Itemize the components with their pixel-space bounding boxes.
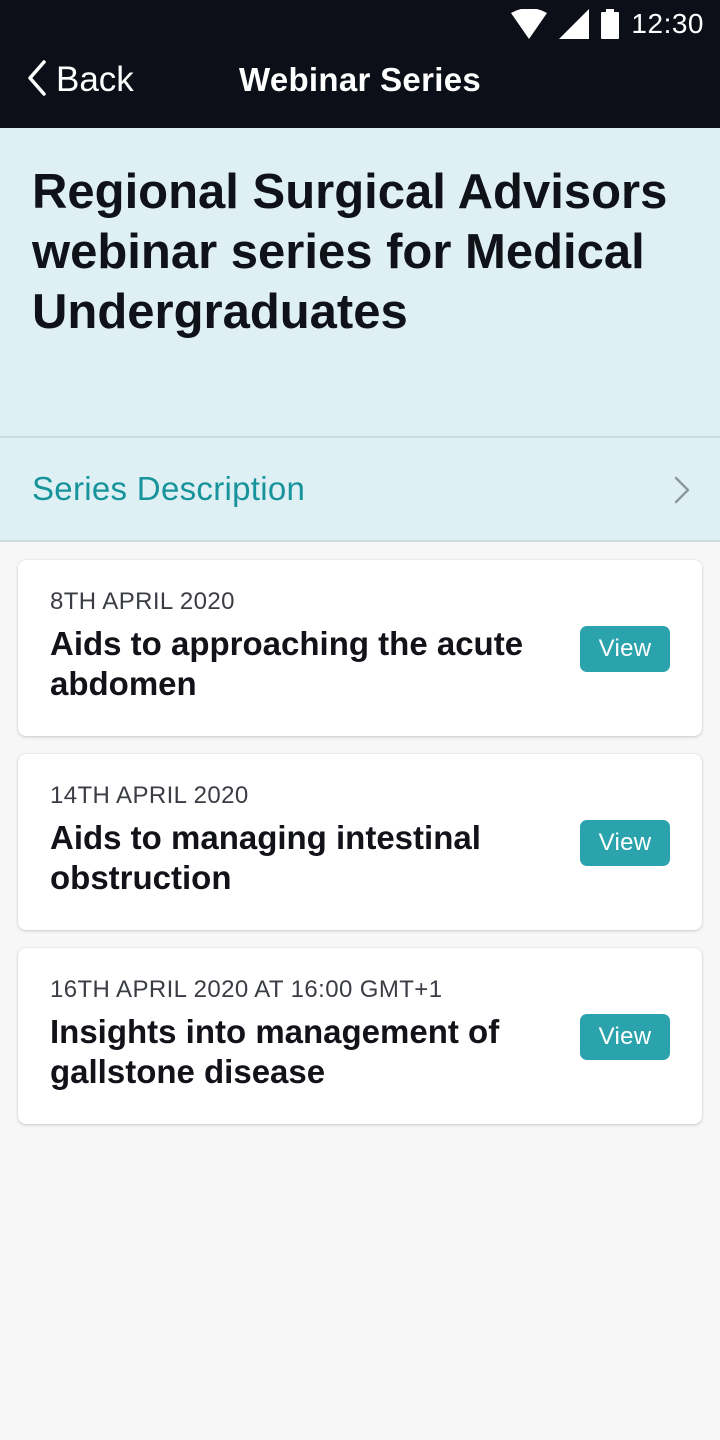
cell-signal-icon xyxy=(559,9,590,39)
webinar-card: 16TH APRIL 2020 AT 16:00 GMT+1 Insights … xyxy=(18,948,702,1124)
webinar-card: 14TH APRIL 2020 Aids to managing intesti… xyxy=(18,754,702,930)
webinar-title: Insights into management of gallstone di… xyxy=(50,1013,500,1090)
wifi-icon xyxy=(511,9,548,39)
status-bar: 12:30 xyxy=(511,6,704,42)
view-button[interactable]: View xyxy=(580,626,670,672)
status-time: 12:30 xyxy=(631,8,704,39)
webinar-date: 14TH APRIL 2020 xyxy=(50,782,249,809)
series-header: Regional Surgical Advisors webinar serie… xyxy=(0,128,720,438)
chevron-right-icon xyxy=(674,476,690,509)
battery-icon xyxy=(601,9,620,39)
top-bar: 12:30 Back Webinar Series xyxy=(0,0,720,128)
webinar-card: 8TH APRIL 2020 Aids to approaching the a… xyxy=(18,560,702,736)
webinar-date: 8TH APRIL 2020 xyxy=(50,588,235,615)
webinar-title: Aids to managing intestinal obstruction xyxy=(50,819,481,896)
webinar-date: 16TH APRIL 2020 AT 16:00 GMT+1 xyxy=(50,976,443,1003)
view-button[interactable]: View xyxy=(580,820,670,866)
series-title: Regional Surgical Advisors webinar serie… xyxy=(32,165,668,339)
series-description-label: Series Description xyxy=(32,470,306,507)
webinar-list: 8TH APRIL 2020 Aids to approaching the a… xyxy=(18,560,702,1124)
page-title: Webinar Series xyxy=(238,61,482,98)
webinar-title: Aids to approaching the acute abdomen xyxy=(50,625,524,702)
view-button[interactable]: View xyxy=(580,1014,670,1060)
series-description-row[interactable]: Series Description xyxy=(0,438,720,542)
